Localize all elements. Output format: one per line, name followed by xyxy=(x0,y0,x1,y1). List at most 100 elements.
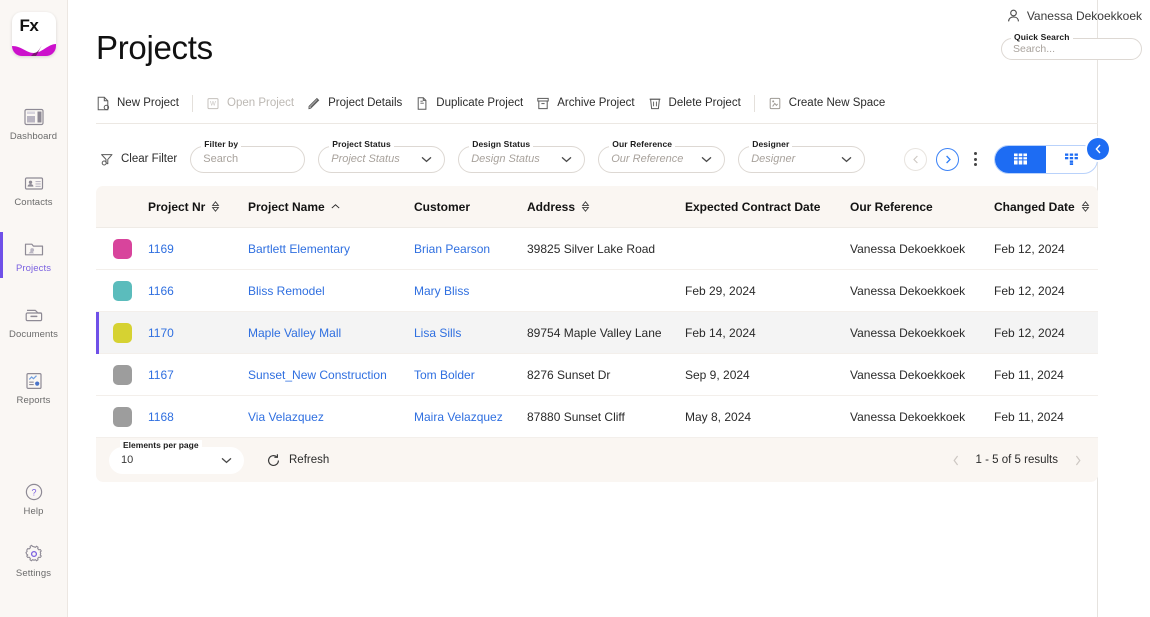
cell-our-reference: Vanessa Dekoekkoek xyxy=(850,241,966,256)
column-header-changed-date[interactable]: Changed Date xyxy=(994,200,1094,214)
logo-text: Fx xyxy=(19,16,39,35)
duplicate-icon xyxy=(417,96,427,110)
field-value: Search xyxy=(203,153,239,165)
cell-customer[interactable]: Lisa Sills xyxy=(414,326,527,340)
collapse-panel-button[interactable] xyxy=(1087,138,1109,160)
filter-by-input[interactable]: Search xyxy=(190,145,306,173)
table-row[interactable]: 1170 Maple Valley Mall Lisa Sills 89754 … xyxy=(96,312,1098,354)
field-value: Designer xyxy=(751,153,796,165)
next-page-button[interactable] xyxy=(936,147,959,171)
sort-both-icon xyxy=(1081,201,1090,212)
svg-text:?: ? xyxy=(31,487,36,497)
delete-project-button[interactable]: Delete Project xyxy=(648,96,754,111)
new-project-button[interactable]: New Project xyxy=(96,96,192,111)
elements-per-page-value: 10 xyxy=(121,454,134,466)
archive-project-button[interactable]: Archive Project xyxy=(536,96,647,111)
field-label: Design Status xyxy=(469,138,534,149)
reports-icon xyxy=(25,372,42,389)
column-header-address[interactable]: Address xyxy=(527,200,685,214)
sidebar-label: Help xyxy=(23,505,44,517)
cell-customer[interactable]: Mary Bliss xyxy=(414,284,527,298)
row-color-swatch xyxy=(96,322,148,343)
trash-icon xyxy=(649,98,660,109)
cell-customer[interactable]: Maira Velazquez xyxy=(414,410,527,424)
clear-filter-button[interactable]: Clear Filter xyxy=(100,152,177,167)
cell-changed-date: Feb 12, 2024 xyxy=(994,241,1065,256)
cell-project-nr[interactable]: 1169 xyxy=(148,242,248,256)
column-label: Changed Date xyxy=(994,199,1075,214)
chevron-left-icon xyxy=(912,155,918,163)
quick-search-label: Quick Search xyxy=(1011,32,1073,42)
more-options-button[interactable] xyxy=(968,152,983,166)
sidebar-item-contacts[interactable]: Contacts xyxy=(0,164,67,216)
cell-project-name[interactable]: Via Velazquez xyxy=(248,410,414,424)
table-header-row: Project Nr Project Name Customer Address… xyxy=(96,186,1098,228)
table-row[interactable]: 1168 Via Velazquez Maira Velazquez 87880… xyxy=(96,396,1098,438)
grid-view-button[interactable] xyxy=(995,145,1046,173)
sidebar-item-documents[interactable]: Documents xyxy=(0,296,67,348)
table-row[interactable]: 1167 Sunset_New Construction Tom Bolder … xyxy=(96,354,1098,396)
toolbar-label: Archive Project xyxy=(557,97,635,109)
open-project-button[interactable]: W Open Project xyxy=(206,96,307,111)
column-label: Project Name xyxy=(248,199,325,214)
field-label: Project Status xyxy=(329,138,394,149)
dashboard-icon xyxy=(23,108,44,125)
chevron-down-icon xyxy=(421,156,432,162)
cell-project-name[interactable]: Maple Valley Mall xyxy=(248,326,414,340)
table-footer: Elements per page 10 Refresh 1 - 5 of 5 … xyxy=(96,438,1098,482)
column-header-our-reference[interactable]: Our Reference xyxy=(850,200,994,214)
sidebar-item-settings[interactable]: Settings xyxy=(0,535,67,587)
cell-our-reference: Vanessa Dekoekkoek xyxy=(850,325,966,340)
refresh-button[interactable]: Refresh xyxy=(266,453,329,468)
column-header-project-name[interactable]: Project Name xyxy=(248,200,414,214)
cell-project-name[interactable]: Bartlett Elementary xyxy=(248,242,414,256)
toolbar-label: Delete Project xyxy=(668,97,741,109)
table-row[interactable]: 1166 Bliss Remodel Mary Bliss Feb 29, 20… xyxy=(96,270,1098,312)
cell-project-name[interactable]: Bliss Remodel xyxy=(248,284,414,298)
cell-project-nr[interactable]: 1166 xyxy=(148,284,248,298)
user-menu[interactable]: Vanessa Dekoekkoek xyxy=(1007,9,1142,23)
field-label: Designer xyxy=(749,138,793,149)
column-header-project-nr[interactable]: Project Nr xyxy=(148,200,248,214)
cell-customer[interactable]: Brian Pearson xyxy=(414,242,527,256)
column-header-customer[interactable]: Customer xyxy=(414,200,527,214)
sidebar-item-reports[interactable]: Reports xyxy=(0,362,67,414)
contacts-icon xyxy=(24,176,43,190)
filter-field-design-status: Design Status Design Status xyxy=(458,138,586,173)
sidebar-label: Documents xyxy=(9,328,58,340)
grid-view-icon xyxy=(1014,153,1027,165)
our-reference-select[interactable]: Our Reference xyxy=(598,145,726,173)
project-details-button[interactable]: Project Details xyxy=(307,96,415,111)
column-header-expected-contract-date[interactable]: Expected Contract Date xyxy=(685,200,850,214)
project-status-select[interactable]: Project Status xyxy=(318,145,446,173)
sidebar-item-dashboard[interactable]: Dashboard xyxy=(0,98,67,150)
design-status-select[interactable]: Design Status xyxy=(458,145,586,173)
elements-per-page-select[interactable]: 10 xyxy=(109,446,244,474)
cell-project-name[interactable]: Sunset_New Construction xyxy=(248,368,414,382)
create-new-space-button[interactable]: Create New Space xyxy=(768,96,899,111)
cell-project-nr[interactable]: 1168 xyxy=(148,410,248,424)
sidebar-nav: Dashboard Contacts Projects Documents Re… xyxy=(0,98,67,428)
results-count: 1 - 5 of 5 results xyxy=(975,454,1058,466)
sidebar-label: Dashboard xyxy=(9,130,58,142)
footer-next-button[interactable] xyxy=(1074,455,1082,466)
table-row[interactable]: 1169 Bartlett Elementary Brian Pearson 3… xyxy=(96,228,1098,270)
toolbar-separator xyxy=(753,94,755,112)
chevron-left-icon xyxy=(1094,144,1101,154)
filter-bar: Clear Filter Filter by Search Project St… xyxy=(96,136,1098,182)
footer-prev-button[interactable] xyxy=(952,455,960,466)
sidebar-item-help[interactable]: ? Help xyxy=(0,473,67,525)
app-logo[interactable]: Fx xyxy=(11,12,56,56)
cell-customer[interactable]: Tom Bolder xyxy=(414,368,527,382)
swatch xyxy=(113,238,132,259)
quick-search-placeholder: Search... xyxy=(1013,43,1056,55)
cell-project-nr[interactable]: 1170 xyxy=(148,326,248,340)
toolbar-label: Create New Space xyxy=(788,97,886,109)
duplicate-project-button[interactable]: Duplicate Project xyxy=(415,96,536,111)
sidebar-item-projects[interactable]: Projects xyxy=(0,230,67,282)
create-space-icon xyxy=(769,97,781,109)
row-color-swatch xyxy=(96,406,148,427)
cell-project-nr[interactable]: 1167 xyxy=(148,368,248,382)
designer-select[interactable]: Designer xyxy=(738,145,866,173)
prev-page-button[interactable] xyxy=(904,147,927,171)
